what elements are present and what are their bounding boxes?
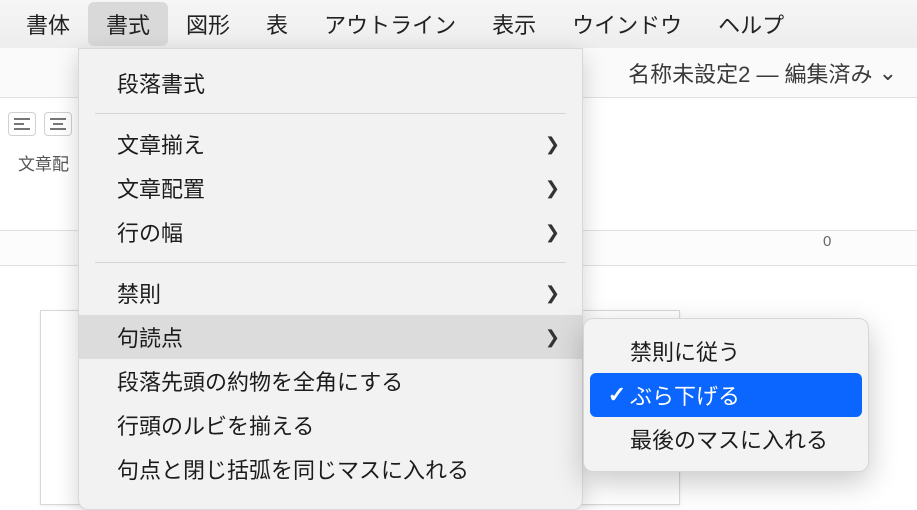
menu-shape[interactable]: 図形 xyxy=(168,2,248,46)
check-icon: ✓ xyxy=(604,382,630,408)
menu-item-label: 禁則 xyxy=(117,277,161,309)
toolbar-fragment: 文章配 xyxy=(0,98,80,208)
chevron-right-icon: ❯ xyxy=(545,283,560,304)
ruler-mark-0: 0 xyxy=(823,233,831,250)
menubar: 書体 書式 図形 表 アウトライン 表示 ウインドウ ヘルプ xyxy=(0,0,917,48)
menu-format[interactable]: 書式 xyxy=(88,2,168,46)
menu-window[interactable]: ウインドウ xyxy=(554,2,700,46)
format-dropdown: 段落書式 文章揃え ❯ 文章配置 ❯ 行の幅 ❯ 禁則 ❯ 句読点 ❯ 段落先頭… xyxy=(78,48,583,510)
menu-item-paragraph-format[interactable]: 段落書式 xyxy=(79,61,582,105)
menu-separator xyxy=(95,113,566,114)
menu-outline[interactable]: アウトライン xyxy=(306,2,474,46)
chevron-right-icon: ❯ xyxy=(545,134,560,155)
menu-item-line-width[interactable]: 行の幅 ❯ xyxy=(79,210,582,254)
chevron-right-icon: ❯ xyxy=(545,178,560,199)
submenu-item-hanging[interactable]: ✓ ぶら下げる xyxy=(590,373,862,417)
menu-item-period-bracket-same-cell[interactable]: 句点と閉じ括弧を同じマスに入れる xyxy=(79,447,582,491)
menu-item-label: 文章揃え xyxy=(117,128,205,160)
menu-item-text-placement[interactable]: 文章配置 ❯ xyxy=(79,166,582,210)
menu-help[interactable]: ヘルプ xyxy=(700,2,802,46)
align-button-2[interactable] xyxy=(44,112,72,136)
menu-item-label: 行頭のルビを揃える xyxy=(117,409,314,441)
submenu-item-follow-kinsoku[interactable]: 禁則に従う xyxy=(590,329,862,373)
menu-item-label: 文章配置 xyxy=(117,172,205,204)
menu-item-kinsoku[interactable]: 禁則 ❯ xyxy=(79,271,582,315)
submenu-item-last-cell[interactable]: 最後のマスに入れる xyxy=(590,417,862,461)
toolbar-label: 文章配 xyxy=(0,140,80,175)
menu-item-label: 段落先頭の約物を全角にする xyxy=(117,365,403,397)
chevron-down-icon[interactable]: ⌄ xyxy=(879,60,897,86)
chevron-right-icon: ❯ xyxy=(545,327,560,348)
window-title: 名称未設定2 — 編集済み xyxy=(628,57,872,89)
menu-item-label: 段落書式 xyxy=(117,67,205,99)
menu-view[interactable]: 表示 xyxy=(474,2,554,46)
menu-item-label: 句読点 xyxy=(117,321,183,353)
chevron-right-icon: ❯ xyxy=(545,222,560,243)
menu-item-text-align[interactable]: 文章揃え ❯ xyxy=(79,122,582,166)
menu-item-label: 行の幅 xyxy=(117,216,183,248)
menu-separator xyxy=(95,262,566,263)
menu-font[interactable]: 書体 xyxy=(8,2,88,46)
submenu-item-label: 禁則に従う xyxy=(630,335,740,367)
submenu-item-label: 最後のマスに入れる xyxy=(630,423,828,455)
punctuation-submenu: 禁則に従う ✓ ぶら下げる 最後のマスに入れる xyxy=(583,318,869,472)
align-button-1[interactable] xyxy=(8,112,36,136)
menu-table[interactable]: 表 xyxy=(248,2,306,46)
menu-item-fullwidth-opening[interactable]: 段落先頭の約物を全角にする xyxy=(79,359,582,403)
menu-item-align-ruby[interactable]: 行頭のルビを揃える xyxy=(79,403,582,447)
menu-item-punctuation[interactable]: 句読点 ❯ xyxy=(79,315,582,359)
submenu-item-label: ぶら下げる xyxy=(630,379,740,411)
menu-item-label: 句点と閉じ括弧を同じマスに入れる xyxy=(117,453,469,485)
